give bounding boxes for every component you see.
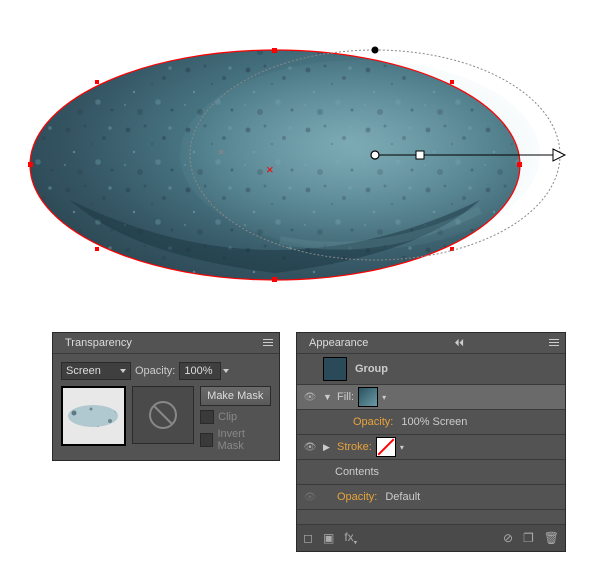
opacity-label: Opacity: bbox=[135, 365, 175, 377]
handle-bl[interactable] bbox=[95, 247, 99, 251]
stroke-swatch-menu-icon[interactable]: ▾ bbox=[400, 443, 404, 452]
group-thumbnail bbox=[323, 357, 347, 381]
appearance-contents-row[interactable]: Contents bbox=[297, 460, 565, 485]
invert-mask-checkbox bbox=[200, 433, 213, 447]
eye-icon[interactable]: 👁 bbox=[304, 442, 317, 453]
fill-opacity-label: Opacity: bbox=[353, 416, 393, 428]
appearance-stroke-row[interactable]: 👁 ▶ Stroke: ▾ bbox=[297, 435, 565, 460]
group-label: Group bbox=[355, 363, 388, 375]
default-opacity-label: Opacity: bbox=[337, 491, 377, 503]
appearance-tab[interactable]: Appearance bbox=[301, 333, 376, 353]
appearance-list: Group 👁 ▼ Fill: ▾ Opacity: 100% Screen 👁… bbox=[297, 354, 565, 524]
new-fill-icon[interactable]: ▣ bbox=[323, 531, 334, 545]
stroke-label: Stroke: bbox=[337, 441, 372, 453]
gradient-origin[interactable] bbox=[371, 151, 379, 159]
opacity-stepper-icon[interactable] bbox=[223, 369, 229, 373]
blend-mode-value: Screen bbox=[66, 365, 101, 377]
contents-label: Contents bbox=[335, 466, 379, 478]
appearance-group-row[interactable]: Group bbox=[297, 354, 565, 385]
effects-menu-icon[interactable]: fx▾ bbox=[344, 530, 357, 546]
mask-source-thumb[interactable] bbox=[61, 386, 126, 446]
appearance-panel: Appearance Group 👁 ▼ Fill: ▾ Opacity: 10… bbox=[296, 332, 566, 552]
clip-label: Clip bbox=[218, 411, 237, 423]
center-marker: × bbox=[266, 162, 274, 177]
trash-icon[interactable]: 🗑 bbox=[544, 531, 559, 545]
transparency-tab[interactable]: Transparency bbox=[57, 333, 140, 353]
new-stroke-icon[interactable]: ◻ bbox=[303, 531, 313, 545]
artwork-svg: × bbox=[0, 0, 600, 320]
canvas-area[interactable]: × bbox=[0, 0, 600, 320]
gradient-aspect-handle[interactable] bbox=[372, 47, 379, 54]
disclosure-right-icon[interactable]: ▶ bbox=[323, 442, 333, 453]
fill-opacity-value: 100% Screen bbox=[401, 416, 467, 428]
appearance-opacity-row[interactable]: 👁 Opacity: Default bbox=[297, 485, 565, 509]
anchor-right[interactable] bbox=[517, 162, 522, 167]
panel-menu-icon[interactable] bbox=[547, 336, 561, 350]
panel-menu-icon[interactable] bbox=[261, 336, 275, 350]
anchor-left[interactable] bbox=[28, 162, 33, 167]
fill-label: Fill: bbox=[337, 391, 354, 403]
handle-tl[interactable] bbox=[95, 80, 99, 84]
handle-tr[interactable] bbox=[450, 80, 454, 84]
eye-icon[interactable]: 👁 bbox=[304, 392, 317, 403]
prohibit-icon bbox=[149, 401, 177, 429]
anchor-bottom[interactable] bbox=[272, 277, 277, 282]
panel-header: Appearance bbox=[297, 333, 565, 354]
make-mask-button[interactable]: Make Mask bbox=[200, 386, 271, 406]
gradient-end-handle[interactable] bbox=[553, 149, 565, 161]
fill-swatch-menu-icon[interactable]: ▾ bbox=[382, 393, 386, 402]
appearance-fill-row[interactable]: 👁 ▼ Fill: ▾ bbox=[297, 385, 565, 410]
disclosure-down-icon[interactable]: ▼ bbox=[323, 392, 333, 402]
anchor-top[interactable] bbox=[272, 48, 277, 53]
opacity-input[interactable]: 100% bbox=[179, 362, 221, 380]
transparency-body: Screen Opacity: 100% Make Mask Clip bbox=[53, 354, 279, 460]
default-opacity-value: Default bbox=[385, 491, 420, 503]
appearance-fill-opacity-row[interactable]: Opacity: 100% Screen bbox=[297, 410, 565, 435]
stroke-swatch-none[interactable] bbox=[376, 437, 396, 457]
appearance-footer: ◻ ▣ fx▾ ⊘ ❐ 🗑 bbox=[297, 524, 565, 551]
invert-mask-label: Invert Mask bbox=[217, 428, 271, 452]
panel-header: Transparency bbox=[53, 333, 279, 354]
fill-swatch[interactable] bbox=[358, 387, 378, 407]
transparency-panel: Transparency Screen Opacity: 100% Make M… bbox=[52, 332, 280, 461]
gradient-stop[interactable] bbox=[416, 151, 424, 159]
eye-icon-dim[interactable]: 👁 bbox=[304, 492, 317, 503]
panel-collapse-icon[interactable] bbox=[454, 336, 468, 350]
mask-target-thumb[interactable] bbox=[132, 386, 195, 444]
blend-mode-dropdown[interactable]: Screen bbox=[61, 362, 131, 380]
clip-checkbox bbox=[200, 410, 214, 424]
duplicate-icon[interactable]: ❐ bbox=[523, 531, 534, 545]
clear-icon[interactable]: ⊘ bbox=[503, 531, 513, 545]
chevron-down-icon bbox=[120, 369, 126, 373]
